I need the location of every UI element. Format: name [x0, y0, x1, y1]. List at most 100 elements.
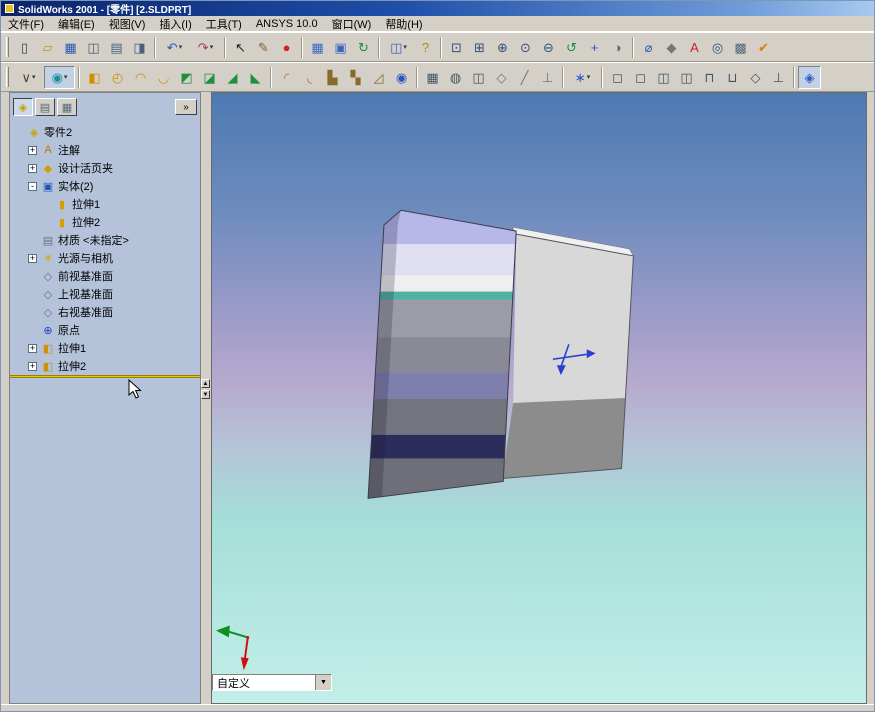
tree-item-solid-body[interactable]: ▮ 拉伸1 — [10, 195, 200, 213]
sketch-pencil-button[interactable]: ✎ — [252, 36, 275, 59]
tree-item-right-plane[interactable]: ◇ 右视基准面 — [10, 303, 200, 321]
tree-item-front-plane[interactable]: ◇ 前视基准面 — [10, 267, 200, 285]
expand-icon[interactable]: + — [28, 145, 37, 155]
collapse-icon[interactable]: - — [28, 181, 37, 191]
expand-icon[interactable]: + — [28, 163, 37, 173]
confirm-corner-button[interactable]: ✔ — [752, 36, 775, 59]
expand-icon[interactable]: + — [28, 361, 37, 371]
view-layout-button[interactable]: ◫ ▾ — [383, 36, 414, 59]
print-setup-button[interactable]: ◫ — [82, 36, 105, 59]
extrude-cut-button[interactable]: ◩ — [175, 66, 198, 89]
dropdown-arrow-button[interactable]: ▼ — [315, 675, 331, 690]
scroll-up-icon[interactable]: ▲ — [201, 379, 210, 388]
extrude-boss-button[interactable]: ◧ — [83, 66, 106, 89]
toolbar-grip[interactable] — [6, 67, 9, 87]
menu-insert[interactable]: 插入(I) — [152, 15, 198, 33]
menu-view[interactable]: 视图(V) — [102, 15, 153, 33]
select-tool-button[interactable]: ↖ — [229, 36, 252, 59]
tree-item-solid-body[interactable]: ▮ 拉伸2 — [10, 213, 200, 231]
reference-plane-button[interactable]: ◇ — [490, 66, 513, 89]
fillet-button[interactable]: ◜ — [275, 66, 298, 89]
normal-to-button[interactable]: ⊥ — [767, 66, 790, 89]
circular-pattern-button[interactable]: ◍ — [444, 66, 467, 89]
revolve-cut-button[interactable]: ◪ — [198, 66, 221, 89]
zoom-to-fit-button[interactable]: ⊡ — [445, 36, 468, 59]
save-button[interactable]: ▦ — [59, 36, 82, 59]
sweep-cut-button[interactable]: ◢ — [221, 66, 244, 89]
tree-item-origin[interactable]: ⊕ 原点 — [10, 321, 200, 339]
view-left-button[interactable]: ◫ — [652, 66, 675, 89]
measure-tool-button[interactable]: ⌀ — [637, 36, 660, 59]
tree-item-lighting[interactable]: + ☀ 光源与相机 — [10, 249, 200, 267]
scroll-down-icon[interactable]: ▼ — [201, 390, 210, 399]
zoom-to-area-button[interactable]: ⊞ — [468, 36, 491, 59]
open-folder-button[interactable]: ▱ — [36, 36, 59, 59]
view-options-button[interactable]: ▩ — [729, 36, 752, 59]
view-orientation-dropdown[interactable]: 自定义 ▼ — [212, 674, 332, 691]
coordinate-system-button[interactable]: ⊥ — [536, 66, 559, 89]
configurationmanager-tab[interactable]: ▦ — [57, 98, 77, 116]
view-bottom-button[interactable]: ⊔ — [721, 66, 744, 89]
toolbar-grip[interactable] — [6, 37, 9, 57]
selection-filter-button[interactable]: ∨ ▾ — [13, 66, 44, 89]
menu-help[interactable]: 帮助(H) — [378, 15, 429, 33]
sweep-boss-button[interactable]: ◠ — [129, 66, 152, 89]
propertymanager-tab[interactable]: ▤ — [35, 98, 55, 116]
menu-edit[interactable]: 编辑(E) — [51, 15, 102, 33]
menu-file[interactable]: 文件(F) — [1, 15, 51, 33]
view-right-button[interactable]: ◫ — [675, 66, 698, 89]
rib-button[interactable]: ▙ — [321, 66, 344, 89]
help-button[interactable]: ? — [414, 36, 437, 59]
panel-splitter[interactable]: ▲ ▼ — [201, 92, 211, 704]
loft-boss-button[interactable]: ◡ — [152, 66, 175, 89]
reference-axis-button[interactable]: ╱ — [513, 66, 536, 89]
view-back-button[interactable]: ◻ — [629, 66, 652, 89]
graphics-viewport[interactable]: 自定义 ▼ — [211, 92, 867, 704]
hole-wizard-button[interactable]: ◉ — [390, 66, 413, 89]
record-macro-button[interactable]: ● — [275, 36, 298, 59]
mass-properties-button[interactable]: ◆ — [660, 36, 683, 59]
print-button[interactable]: ▤ — [105, 36, 128, 59]
revolve-boss-button[interactable]: ◴ — [106, 66, 129, 89]
search-tool-button[interactable]: ◎ — [706, 36, 729, 59]
menu-ansys[interactable]: ANSYS 10.0 — [249, 17, 325, 31]
spell-check-button[interactable]: A — [683, 36, 706, 59]
print-preview-button[interactable]: ◨ — [128, 36, 151, 59]
panel-overflow-button[interactable]: » — [175, 99, 197, 115]
chamfer-button[interactable]: ◟ — [298, 66, 321, 89]
zoom-in-out-button[interactable]: ⊕ — [491, 36, 514, 59]
tree-item-extrude-feature[interactable]: + ◧ 拉伸1 — [10, 339, 200, 357]
redo-button[interactable]: ↷ ▾ — [190, 36, 221, 59]
draft-button[interactable]: ◿ — [367, 66, 390, 89]
mirror-feature-button[interactable]: ◫ — [467, 66, 490, 89]
rotate-view-button[interactable]: ↺ — [560, 36, 583, 59]
menu-tools[interactable]: 工具(T) — [199, 15, 249, 33]
view-orientation-axes-button[interactable]: ∗ ▾ — [567, 66, 598, 89]
web-toolbar-button[interactable]: ◉ ▾ — [44, 65, 75, 89]
tree-item-part[interactable]: ◈ 零件2 — [10, 123, 200, 141]
view-front-button[interactable]: ◻ — [606, 66, 629, 89]
units-settings-button[interactable]: ▣ — [329, 36, 352, 59]
featuremanager-tab[interactable]: ◈ — [13, 98, 33, 116]
tree-item-material[interactable]: ▤ 材质 <未指定> — [10, 231, 200, 249]
new-file-button[interactable]: ▯ — [13, 36, 36, 59]
tree-item-top-plane[interactable]: ◇ 上视基准面 — [10, 285, 200, 303]
expand-icon[interactable]: + — [28, 343, 37, 353]
view-top-button[interactable]: ⊓ — [698, 66, 721, 89]
tree-item-solid-bodies-folder[interactable]: - ▣ 实体(2) — [10, 177, 200, 195]
expand-icon[interactable]: + — [28, 253, 37, 263]
shaded-view-button[interactable]: ◑ — [606, 36, 629, 59]
zoom-out-button[interactable]: ⊖ — [537, 36, 560, 59]
pan-view-button[interactable]: + — [583, 36, 606, 59]
standard-views-button[interactable]: ◈ — [798, 65, 821, 89]
tree-item-extrude-feature[interactable]: + ◧ 拉伸2 — [10, 357, 200, 375]
tree-item-annotations[interactable]: + A 注解 — [10, 141, 200, 159]
rebuild-button[interactable]: ↻ — [352, 36, 375, 59]
shell-button[interactable]: ▚ — [344, 66, 367, 89]
zoom-to-selection-button[interactable]: ⊙ — [514, 36, 537, 59]
menu-window[interactable]: 窗口(W) — [325, 15, 379, 33]
undo-button[interactable]: ↶ ▾ — [159, 36, 190, 59]
view-isometric-button[interactable]: ◇ — [744, 66, 767, 89]
linear-pattern-button[interactable]: ▦ — [421, 66, 444, 89]
loft-cut-button[interactable]: ◣ — [244, 66, 267, 89]
